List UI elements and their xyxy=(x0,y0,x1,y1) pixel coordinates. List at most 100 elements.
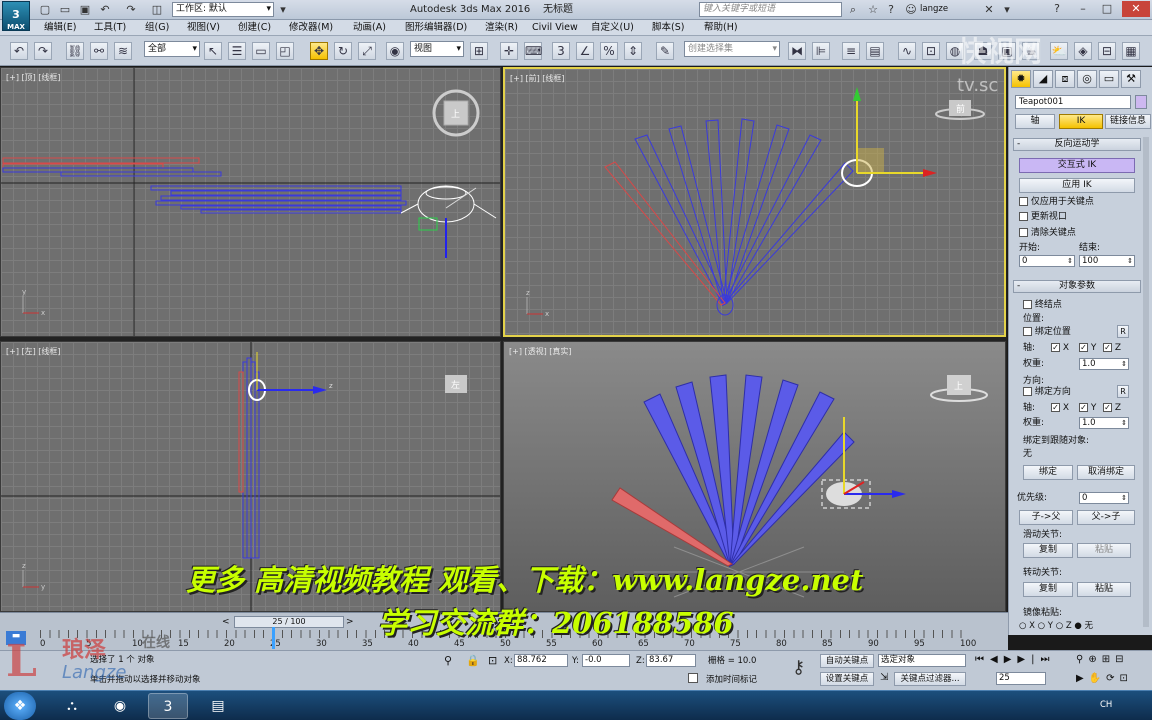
move-icon[interactable]: ✥ xyxy=(310,42,328,60)
menu-modifiers[interactable]: 修改器(M) xyxy=(289,21,333,34)
unlink-icon[interactable]: ⚯ xyxy=(90,42,108,60)
favorites-icon[interactable]: ☆ xyxy=(866,3,880,17)
menu-edit[interactable]: 编辑(E) xyxy=(44,21,76,34)
only-keys-option[interactable]: 仅应用于关键点 xyxy=(1019,196,1094,208)
bind-orientation-option[interactable]: 绑定方向 xyxy=(1023,386,1071,398)
create-tab-icon[interactable]: ✹ xyxy=(1011,70,1031,88)
orient-axis-z-checkbox[interactable] xyxy=(1103,403,1112,412)
align-icon[interactable]: ⊫ xyxy=(812,42,830,60)
taskbar-3dsmax-icon[interactable]: 3 xyxy=(148,693,188,719)
terminator-option[interactable]: 终结点 xyxy=(1023,299,1062,311)
viewport-top[interactable]: [+] [顶] [线框] 上 y x xyxy=(0,67,501,337)
update-viewports-checkbox[interactable] xyxy=(1019,212,1028,221)
parent-child-button[interactable]: 父->子 xyxy=(1077,510,1135,525)
end-spinner[interactable]: 100 xyxy=(1079,255,1135,267)
start-spinner[interactable]: 0 xyxy=(1019,255,1075,267)
edit-named-sel-icon[interactable]: ✎ xyxy=(656,42,674,60)
gizmo-x-arrow[interactable] xyxy=(923,169,937,177)
display-tab-icon[interactable]: ▭ xyxy=(1099,70,1119,88)
apply-ik-button[interactable]: 应用 IK xyxy=(1019,178,1135,193)
viewcube-persp[interactable]: 上 xyxy=(930,375,988,402)
viewport-label[interactable]: [+] [左] [线框] xyxy=(6,346,61,357)
object-name-field[interactable]: Teapot001 xyxy=(1015,95,1131,109)
bind-position-option[interactable]: 绑定位置 xyxy=(1023,326,1071,338)
set-key-button[interactable]: 设置关键点 xyxy=(820,672,874,686)
x-coord-field[interactable]: 88.762 xyxy=(514,654,568,667)
ribbon-icon[interactable]: ▤ xyxy=(866,42,884,60)
bind-position-checkbox[interactable] xyxy=(1023,327,1032,336)
lock-selection-icon[interactable]: 🔒 xyxy=(466,654,480,667)
key-mode-select[interactable]: 选定对象 xyxy=(878,654,966,667)
bind-position-r-button[interactable]: R xyxy=(1117,325,1129,338)
tab-ik[interactable]: IK xyxy=(1059,114,1103,129)
zoom-extents-icon[interactable]: ⊞ xyxy=(1102,654,1115,665)
schematic-view-icon[interactable]: ⊡ xyxy=(922,42,940,60)
orient-axis-y-checkbox[interactable] xyxy=(1079,403,1088,412)
tab-pivot[interactable]: 轴 xyxy=(1015,114,1055,129)
open-icon[interactable]: ▭ xyxy=(58,3,72,17)
user-icon[interactable]: ☺ xyxy=(904,3,918,17)
redo-icon[interactable]: ↷ xyxy=(124,3,138,17)
bind-orientation-checkbox[interactable] xyxy=(1023,387,1032,396)
orient-axis-y-option[interactable]: Y xyxy=(1079,402,1096,414)
rotational-paste-button[interactable]: 粘贴 xyxy=(1077,582,1131,597)
panel-scrollbar[interactable] xyxy=(1143,137,1149,627)
tab-link-info[interactable]: 链接信息 xyxy=(1105,114,1151,129)
select-by-name-icon[interactable]: ☰ xyxy=(228,42,246,60)
start-button[interactable]: ❖ xyxy=(4,692,36,720)
utilities-tab-icon[interactable]: ⚒ xyxy=(1121,70,1141,88)
pos-axis-x-checkbox[interactable] xyxy=(1051,343,1060,352)
mirror-y-radio[interactable]: ○ Y xyxy=(1038,621,1053,631)
add-time-tag[interactable]: 添加时间标记 xyxy=(706,675,757,686)
rotate-icon[interactable]: ↻ xyxy=(334,42,352,60)
reference-coord-select[interactable]: 视图 xyxy=(410,41,464,57)
viewport-label[interactable]: [+] [前] [线框] xyxy=(510,73,565,84)
scale-icon[interactable]: ⤢ xyxy=(358,42,376,60)
viewcube-left[interactable]: 左 xyxy=(445,375,467,393)
isolate-icon[interactable]: ⚲ xyxy=(444,654,452,667)
bind-orientation-r-button[interactable]: R xyxy=(1117,385,1129,398)
sliding-copy-button[interactable]: 复制 xyxy=(1023,543,1073,558)
chevron-down-icon[interactable]: ▾ xyxy=(1000,3,1014,17)
menu-graph-editors[interactable]: 图形编辑器(D) xyxy=(405,21,467,34)
current-frame-marker[interactable] xyxy=(272,627,275,649)
place-icon[interactable]: ◉ xyxy=(386,42,404,60)
pos-axis-z-checkbox[interactable] xyxy=(1103,343,1112,352)
mirror-icon[interactable]: ⧓ xyxy=(788,42,806,60)
menu-animation[interactable]: 动画(A) xyxy=(353,21,386,34)
zoom-extents-all-icon[interactable]: ⊟ xyxy=(1115,654,1128,665)
user-name[interactable]: langze xyxy=(920,4,948,15)
help-window-icon[interactable]: ? xyxy=(1046,1,1068,17)
time-slider[interactable]: 25 / 100 xyxy=(234,616,344,628)
key-filter-icon[interactable]: ⇲ xyxy=(880,672,888,683)
mirror-x-radio[interactable]: ○ X xyxy=(1019,621,1035,631)
search-input[interactable]: 键入关键字或短语 xyxy=(699,2,842,17)
current-frame-field[interactable]: 25 xyxy=(996,672,1046,685)
pos-axis-y-checkbox[interactable] xyxy=(1079,343,1088,352)
gizmo-plane[interactable] xyxy=(418,217,438,231)
sliding-paste-button[interactable]: 粘贴 xyxy=(1077,543,1131,558)
maximize-vp-icon[interactable]: ⊡ xyxy=(1120,673,1133,684)
interactive-ik-button[interactable]: 交互式 IK xyxy=(1019,158,1135,173)
time-tag-icon[interactable] xyxy=(688,673,698,683)
clear-keys-option[interactable]: 清除关键点 xyxy=(1019,227,1076,239)
tray-language[interactable]: CH xyxy=(1100,700,1112,711)
taskbar-chrome-icon[interactable]: ◉ xyxy=(100,693,140,719)
orient-axis-x-option[interactable]: X xyxy=(1051,402,1069,414)
orient-weight-spinner[interactable]: 1.0 xyxy=(1079,417,1129,429)
unbind-button[interactable]: 取消绑定 xyxy=(1077,465,1135,480)
next-frame-arrow-icon[interactable]: > xyxy=(346,616,356,628)
prev-key-icon[interactable]: ◀ xyxy=(990,654,1004,665)
pivot-center-icon[interactable]: ⊞ xyxy=(470,42,488,60)
project-folder-icon[interactable]: ◫ xyxy=(150,3,164,17)
update-viewports-option[interactable]: 更新视口 xyxy=(1019,211,1067,223)
terminator-checkbox[interactable] xyxy=(1023,300,1032,309)
pos-weight-spinner[interactable]: 1.0 xyxy=(1079,358,1129,370)
y-coord-field[interactable]: -0.0 xyxy=(582,654,630,667)
key-filters-button[interactable]: 关键点过滤器... xyxy=(894,672,966,686)
viewport-label[interactable]: [+] [顶] [线框] xyxy=(6,72,61,83)
mirror-z-radio[interactable]: ○ Z xyxy=(1056,621,1072,631)
viewport-front[interactable]: [+] [前] [线框] 前 z x xyxy=(503,67,1006,337)
zoom-icon[interactable]: ⚲ xyxy=(1076,654,1088,665)
more-icon[interactable]: ▾ xyxy=(276,3,290,17)
